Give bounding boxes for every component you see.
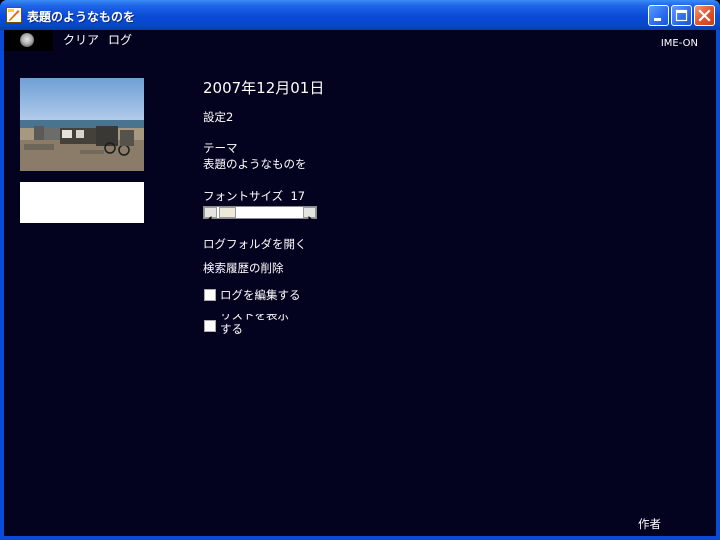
edit-log-checkbox[interactable] (204, 289, 216, 301)
menu-item-log[interactable]: ログ (108, 31, 132, 48)
slider-thumb[interactable] (219, 207, 236, 218)
close-icon (698, 9, 711, 22)
slider-right-arrow[interactable] (303, 207, 316, 221)
delete-search-history-link[interactable]: 検索履歴の削除 (203, 260, 284, 276)
title-bar[interactable]: 表題のようなものを (0, 0, 720, 30)
maximize-button[interactable] (671, 5, 692, 26)
client-area: クリア ログ IME-ON 2007年12月01日 設定2 テーマ 表題のような… (4, 30, 716, 536)
date-display: 2007年12月01日 (203, 79, 325, 97)
font-size-value: 17 (290, 189, 306, 203)
theme-label: テーマ (203, 141, 238, 155)
minimize-button[interactable] (648, 5, 669, 26)
slider-left-arrow[interactable] (204, 207, 217, 221)
font-size-label: フォントサイズ 17 (203, 188, 305, 204)
window-title: 表題のようなものを (27, 10, 136, 24)
font-size-label-text: フォントサイズ (203, 189, 284, 203)
setting-label[interactable]: 設定2 (203, 109, 233, 125)
minimize-icon (654, 18, 661, 21)
theme-value[interactable]: 表題のようなものを (203, 156, 307, 172)
author-link[interactable]: 作者 (638, 516, 661, 532)
open-log-folder-link[interactable]: ログフォルダを開く (203, 236, 307, 252)
left-arrow-icon (208, 216, 212, 221)
disc-icon (20, 33, 34, 47)
show-list-label: リストを表示 する (220, 314, 320, 336)
app-window: 表題のようなものを クリア ログ IME-ON 2007年12月01日 設定2 … (0, 0, 720, 540)
app-icon[interactable] (6, 7, 22, 23)
font-size-slider[interactable] (203, 206, 317, 221)
show-list-label-line2: する (220, 322, 243, 336)
maximize-icon (675, 9, 688, 22)
close-button[interactable] (694, 5, 715, 26)
logo[interactable] (4, 30, 53, 51)
menu-item-clear[interactable]: クリア (63, 31, 99, 48)
right-arrow-icon (308, 216, 312, 221)
thumbnail-photo (20, 78, 144, 171)
preview-box (20, 182, 144, 223)
ime-status: IME-ON (660, 38, 698, 49)
show-list-checkbox[interactable] (204, 320, 216, 332)
window-bottom-border (0, 536, 720, 540)
edit-log-label: ログを編集する (220, 288, 301, 302)
